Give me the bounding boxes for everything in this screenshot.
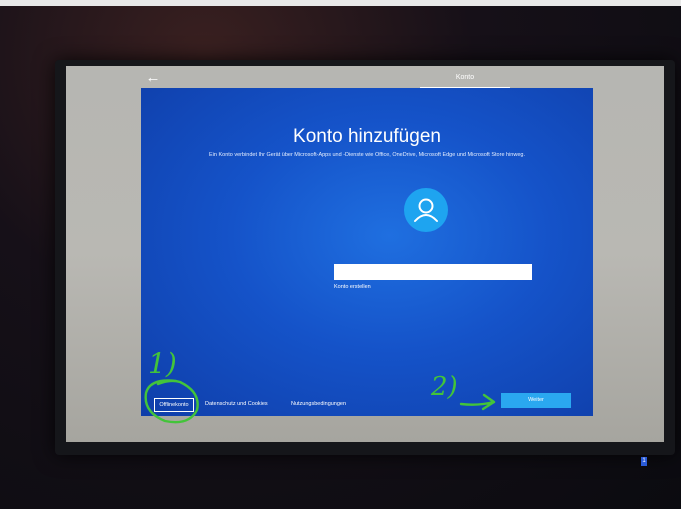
top-bar: ← Konto — [66, 66, 664, 90]
taskbar-badge: 1 — [641, 457, 647, 466]
tab-konto[interactable]: Konto — [420, 66, 510, 90]
privacy-link[interactable]: Datenschutz und Cookies — [205, 401, 268, 407]
offline-account-button[interactable]: Offlinekonto — [154, 398, 194, 412]
setup-screen: ← Konto Konto hinzufügen Ein Konto verbi… — [66, 66, 664, 442]
user-icon — [404, 188, 448, 232]
tab-label: Konto — [455, 74, 475, 81]
next-button[interactable]: Weiter — [501, 393, 571, 408]
back-arrow-icon[interactable]: ← — [144, 69, 162, 87]
create-account-link[interactable]: Konto erstellen — [334, 284, 371, 290]
page-title: Konto hinzufügen — [293, 126, 441, 147]
terms-link[interactable]: Nutzungsbedingungen — [291, 401, 346, 407]
email-field[interactable] — [334, 264, 532, 280]
page-subtitle: Ein Konto verbindet Ihr Gerät über Micro… — [209, 152, 525, 158]
account-panel: Konto hinzufügen Ein Konto verbindet Ihr… — [141, 88, 593, 416]
